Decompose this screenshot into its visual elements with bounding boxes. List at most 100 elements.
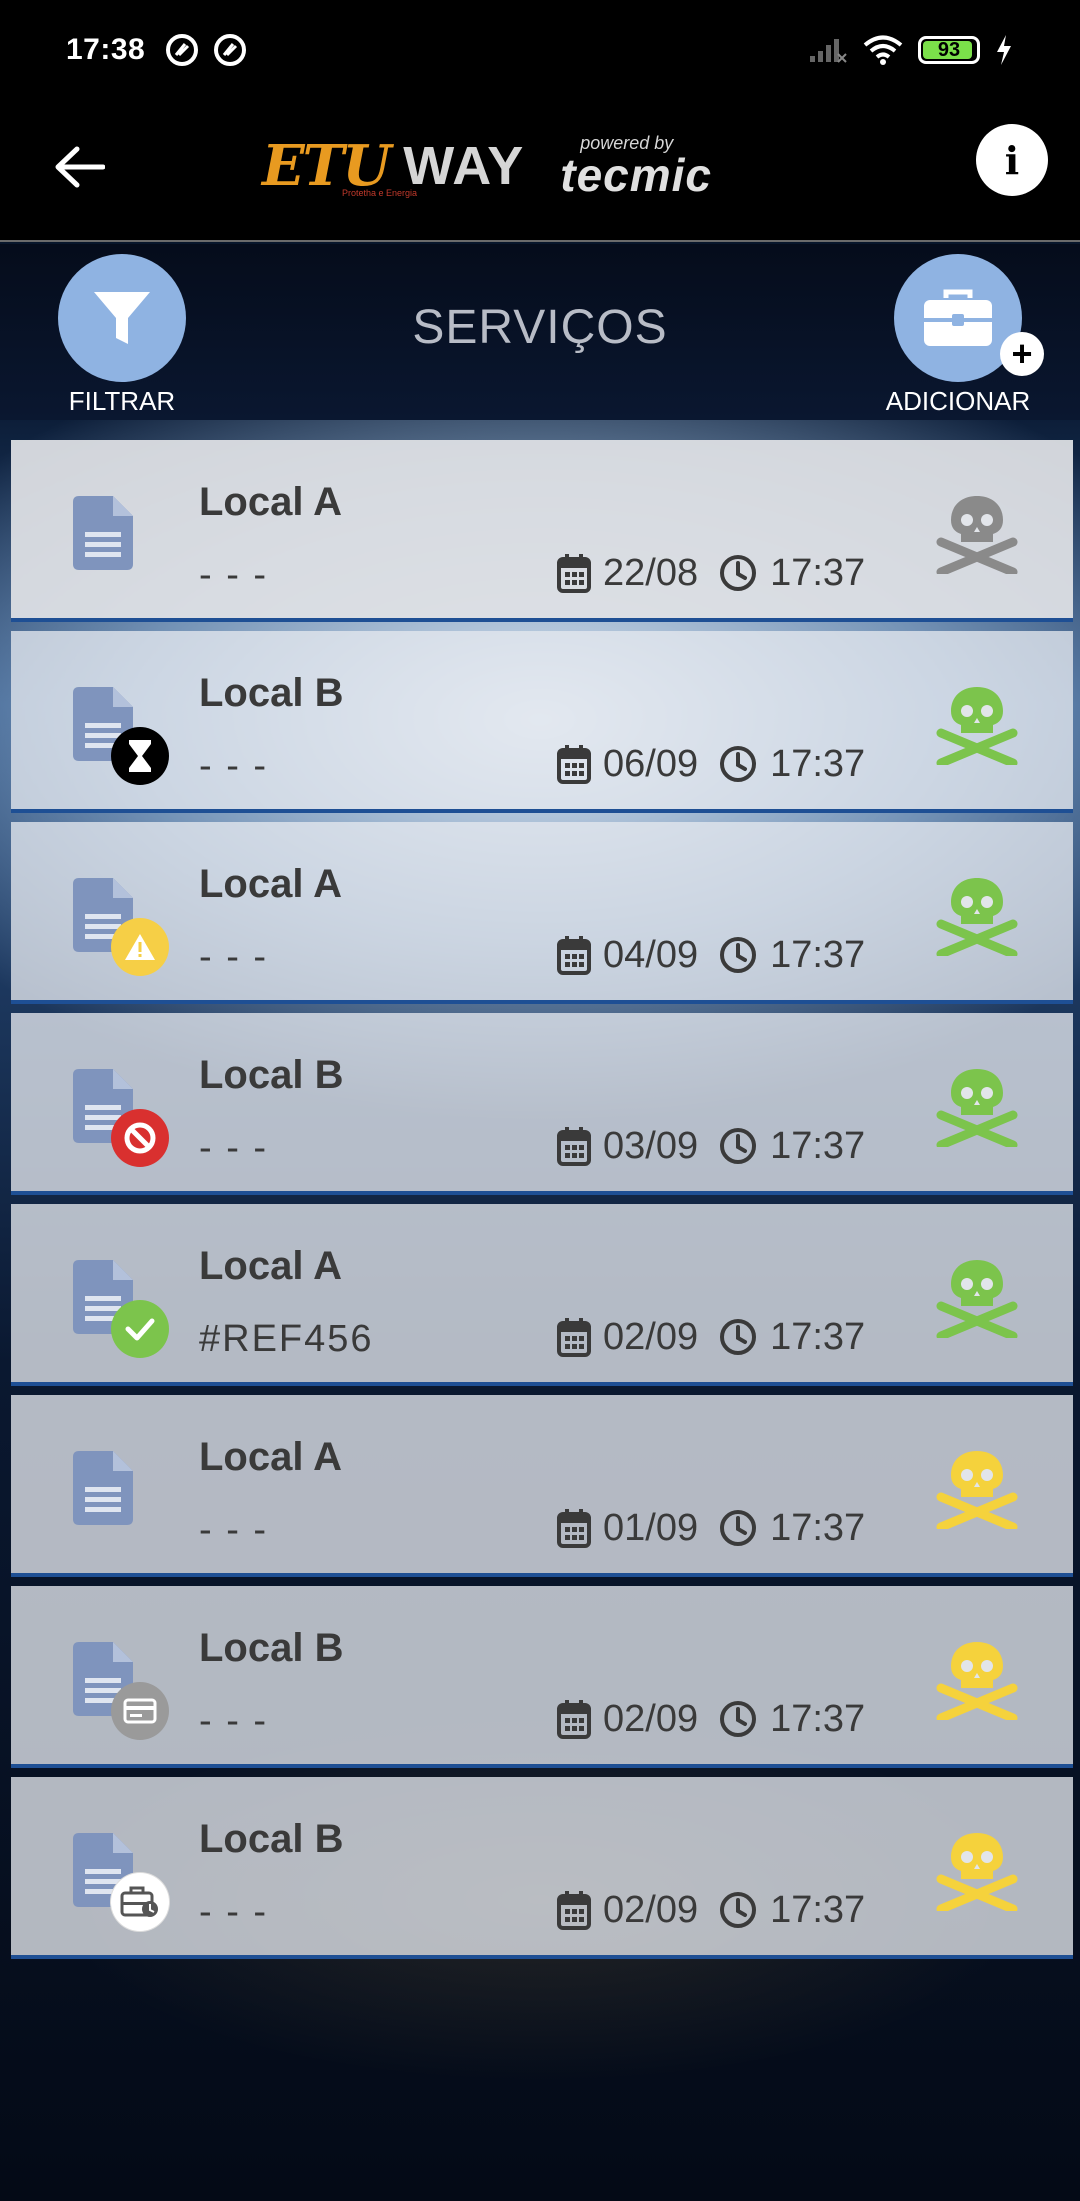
skull-crossbones-icon <box>936 878 1018 956</box>
service-date: 02/09 <box>603 1315 699 1358</box>
service-card[interactable]: Local A - - - 22/08 17:37 <box>11 440 1073 622</box>
calendar-icon <box>557 1891 591 1930</box>
calendar-icon <box>557 1700 591 1739</box>
skull-crossbones-icon <box>936 1260 1018 1338</box>
clock-icon <box>720 1319 757 1355</box>
logo-subtitle: Protetha e Energia <box>342 188 418 198</box>
service-datetime: 06/09 17:37 <box>557 739 865 789</box>
service-date: 22/08 <box>603 551 699 594</box>
clock-icon <box>720 1701 757 1737</box>
service-datetime: 02/09 17:37 <box>557 1885 865 1935</box>
add-label: ADICIONAR <box>885 386 1031 416</box>
logo-way-text: WAY <box>403 136 525 196</box>
service-reference: - - - <box>199 1509 269 1551</box>
service-date: 01/09 <box>603 1506 699 1549</box>
calendar-icon <box>557 1509 591 1548</box>
briefcase-icon <box>924 289 992 346</box>
warning-icon <box>111 918 169 976</box>
briefcase-clock-icon <box>111 1873 169 1931</box>
service-date: 06/09 <box>603 742 699 785</box>
info-button[interactable]: i <box>976 124 1048 196</box>
service-card[interactable]: Local A - - - 04/09 17:37 <box>11 822 1073 1004</box>
service-reference: - - - <box>199 554 269 596</box>
wifi-icon <box>863 35 903 65</box>
service-datetime: 01/09 17:37 <box>557 1503 865 1553</box>
service-time: 17:37 <box>770 551 866 594</box>
service-reference: - - - <box>199 1891 269 1933</box>
service-title: Local A <box>199 1435 342 1479</box>
service-reference: - - - <box>199 936 269 978</box>
info-icon: i <box>1004 137 1020 183</box>
status-bar: 17:38 93 <box>0 0 1080 100</box>
service-card[interactable]: Local A #REF456 02/09 17:37 <box>11 1204 1073 1386</box>
card-icon <box>111 1682 169 1740</box>
battery-indicator: 93 <box>918 36 980 64</box>
service-reference: - - - <box>199 1700 269 1742</box>
clock-icon <box>720 555 757 591</box>
clock-icon <box>720 937 757 973</box>
app-header: ETU Protetha e Energia WAY powered by te… <box>0 100 1080 242</box>
clock-icon <box>720 1892 757 1928</box>
app-logo: ETU Protetha e Energia WAY powered by te… <box>262 126 712 206</box>
service-date: 03/09 <box>603 1124 699 1167</box>
service-card[interactable]: Local A - - - 01/09 17:37 <box>11 1395 1073 1577</box>
battery-level: 93 <box>937 38 961 61</box>
logo-tecmic-text: tecmic <box>560 149 712 201</box>
service-time: 17:37 <box>770 933 866 976</box>
check-icon <box>111 1300 169 1358</box>
service-date: 02/09 <box>603 1888 699 1931</box>
service-reference: #REF456 <box>199 1318 374 1360</box>
service-time: 17:37 <box>770 1506 866 1549</box>
service-title: Local B <box>199 671 344 715</box>
service-date: 02/09 <box>603 1697 699 1740</box>
service-title: Local A <box>199 1244 342 1288</box>
clock-icon <box>720 1128 757 1164</box>
service-time: 17:37 <box>770 1315 866 1358</box>
service-time: 17:37 <box>770 1124 866 1167</box>
service-card[interactable]: Local B - - - 06/09 17:37 <box>11 631 1073 813</box>
calendar-icon <box>557 936 591 975</box>
calendar-icon <box>557 554 591 593</box>
service-reference: - - - <box>199 745 269 787</box>
skull-crossbones-icon <box>936 1833 1018 1911</box>
service-datetime: 02/09 17:37 <box>557 1312 865 1362</box>
document-icon <box>73 1451 133 1525</box>
service-title: Local B <box>199 1626 344 1670</box>
filter-label: FILTRAR <box>68 386 176 416</box>
service-card[interactable]: Local B - - - 02/09 17:37 <box>11 1586 1073 1768</box>
charging-icon <box>997 35 1011 65</box>
service-date: 04/09 <box>603 933 699 976</box>
hourglass-icon <box>111 727 169 785</box>
skull-crossbones-icon <box>936 496 1018 574</box>
service-card[interactable]: Local B - - - 03/09 17:37 <box>11 1013 1073 1195</box>
service-datetime: 04/09 17:37 <box>557 930 865 980</box>
service-title: Local B <box>199 1053 344 1097</box>
service-datetime: 03/09 17:37 <box>557 1121 865 1171</box>
service-time: 17:37 <box>770 1888 866 1931</box>
calendar-icon <box>557 1318 591 1357</box>
calendar-icon <box>557 1127 591 1166</box>
service-card[interactable]: Local B - - - 02/09 17:37 <box>11 1777 1073 1959</box>
skull-crossbones-icon <box>936 1642 1018 1720</box>
service-title: Local A <box>199 480 342 524</box>
arrow-left-icon <box>55 146 105 188</box>
notification-icon <box>214 34 247 66</box>
skull-crossbones-icon <box>936 687 1018 765</box>
service-datetime: 22/08 17:37 <box>557 548 865 598</box>
notification-icon <box>166 34 199 66</box>
service-title: Local A <box>199 862 342 906</box>
toolbar: FILTRAR SERVIÇOS + ADICIONAR <box>0 244 1080 420</box>
blocked-icon <box>111 1109 169 1167</box>
status-time: 17:38 <box>66 33 146 66</box>
service-time: 17:37 <box>770 1697 866 1740</box>
cell-signal-icon <box>810 39 847 63</box>
plus-icon: + <box>1000 332 1044 376</box>
back-button[interactable] <box>48 136 110 198</box>
clock-icon <box>720 746 757 782</box>
document-icon <box>73 496 133 570</box>
skull-crossbones-icon <box>936 1451 1018 1529</box>
service-datetime: 02/09 17:37 <box>557 1694 865 1744</box>
skull-crossbones-icon <box>936 1069 1018 1147</box>
service-title: Local B <box>199 1817 344 1861</box>
service-list: Local A - - - 22/08 17:37 Local B - - - … <box>11 440 1073 1968</box>
